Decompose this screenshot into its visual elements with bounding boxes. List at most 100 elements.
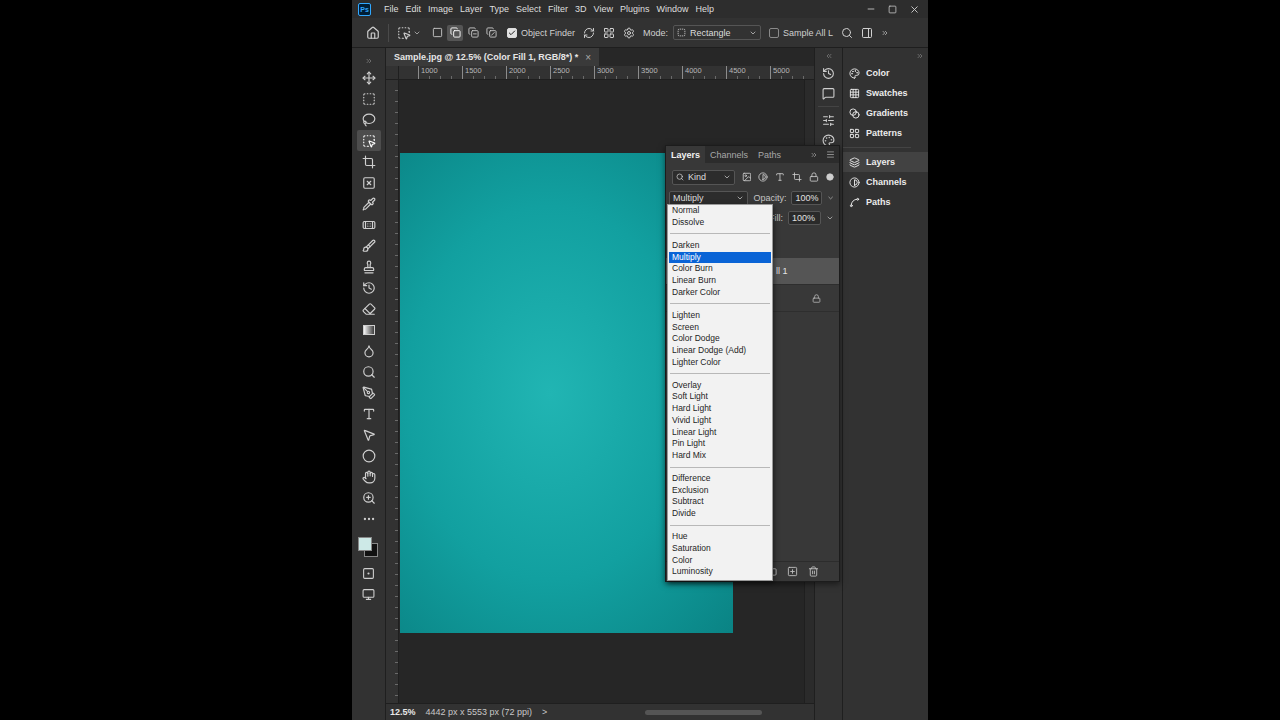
tool-button[interactable] (357, 445, 381, 466)
menu-item[interactable]: Filter (548, 4, 568, 14)
tool-preset[interactable] (397, 26, 421, 40)
selection-mode-button[interactable] (483, 25, 499, 41)
menu-item[interactable]: File (384, 4, 399, 14)
blend-mode-option[interactable]: Subtract (669, 496, 771, 508)
tool-button[interactable] (357, 319, 381, 340)
dock-item[interactable]: Gradients (843, 103, 928, 123)
expand-icon[interactable] (881, 29, 889, 37)
lock-icon[interactable] (812, 294, 821, 303)
menu-item[interactable]: Help (696, 4, 715, 14)
blend-mode-option[interactable]: Color (669, 555, 771, 567)
tool-button[interactable] (357, 256, 381, 277)
mode-select[interactable]: Rectangle (673, 25, 761, 40)
tool-button[interactable] (357, 340, 381, 361)
menu-item[interactable]: Layer (460, 4, 483, 14)
blend-mode-option[interactable]: Luminosity (669, 566, 771, 578)
blend-mode-option[interactable]: Color Burn (669, 263, 771, 275)
tool-button[interactable] (357, 466, 381, 487)
smart-object-filter-icon[interactable] (809, 172, 819, 182)
minimize-icon[interactable] (866, 4, 876, 14)
tool-button[interactable] (357, 151, 381, 172)
close-icon[interactable] (909, 4, 920, 15)
tab-close-button[interactable]: × (585, 52, 591, 63)
chevron-down-icon[interactable] (826, 214, 834, 222)
show-all-objects-icon[interactable] (603, 27, 615, 39)
scrollbar-thumb[interactable] (645, 710, 762, 715)
shape-filter-icon[interactable] (792, 172, 802, 182)
blend-mode-option[interactable]: Difference (669, 473, 771, 485)
screen-mode-button[interactable] (357, 584, 381, 605)
document-tab[interactable]: Sample.jpg @ 12.5% (Color Fill 1, RGB/8*… (386, 48, 599, 66)
tool-button[interactable] (357, 508, 381, 529)
home-icon[interactable] (366, 26, 380, 40)
pixel-filter-icon[interactable] (742, 172, 752, 182)
dock-button[interactable] (822, 63, 835, 83)
blend-mode-option[interactable]: Linear Burn (669, 275, 771, 287)
blend-mode-option[interactable]: Vivid Light (669, 415, 771, 427)
opacity-field[interactable]: 100% (791, 191, 821, 205)
blend-mode-option[interactable]: Soft Light (669, 391, 771, 403)
blend-mode-option[interactable]: Exclusion (669, 485, 771, 497)
zoom-level[interactable]: 12.5% (390, 707, 416, 717)
tool-button[interactable] (357, 298, 381, 319)
tool-button[interactable] (357, 193, 381, 214)
tool-button[interactable] (357, 382, 381, 403)
object-finder-option[interactable]: Object Finder (507, 28, 575, 38)
filter-toggle-icon[interactable] (826, 173, 834, 181)
menu-item[interactable]: View (594, 4, 613, 14)
blend-mode-option[interactable]: Multiply (669, 252, 771, 264)
menu-item[interactable]: Image (428, 4, 453, 14)
collapse-icon[interactable] (365, 57, 373, 65)
collapse-icon[interactable] (916, 52, 924, 60)
blend-mode-option[interactable]: Linear Light (669, 427, 771, 439)
collapse-icon[interactable] (810, 151, 818, 159)
panel-menu-icon[interactable] (826, 150, 835, 159)
blend-mode-option[interactable]: Divide (669, 508, 771, 520)
tool-button[interactable] (357, 235, 381, 256)
tool-button[interactable] (357, 487, 381, 508)
type-filter-icon[interactable] (775, 172, 785, 182)
tool-button[interactable] (357, 172, 381, 193)
menu-item[interactable]: Plugins (620, 4, 650, 14)
menu-item[interactable]: Type (490, 4, 510, 14)
blend-mode-option[interactable]: Lighter Color (669, 357, 771, 369)
blend-mode-option[interactable]: Pin Light (669, 438, 771, 450)
maximize-icon[interactable] (888, 5, 897, 14)
selection-mode-button[interactable] (429, 25, 445, 41)
foreground-color[interactable] (358, 537, 372, 551)
tool-button[interactable] (357, 109, 381, 130)
tool-button[interactable] (357, 214, 381, 235)
menu-item[interactable]: Select (516, 4, 541, 14)
blend-mode-option[interactable]: Darken (669, 240, 771, 252)
blend-mode-option[interactable]: Screen (669, 322, 771, 334)
dock-item[interactable]: Swatches (843, 83, 928, 103)
tool-button[interactable] (357, 67, 381, 88)
tool-button[interactable] (357, 88, 381, 109)
blend-mode-option[interactable]: Saturation (669, 543, 771, 555)
blend-mode-option[interactable]: Normal (669, 205, 771, 217)
blend-mode-option[interactable]: Linear Dodge (Add) (669, 345, 771, 357)
refresh-icon[interactable] (583, 27, 595, 39)
sample-all-layers-checkbox[interactable] (769, 28, 779, 38)
blend-mode-option[interactable]: Lighten (669, 310, 771, 322)
blend-mode-option[interactable]: Hue (669, 531, 771, 543)
blend-mode-option[interactable]: Color Dodge (669, 333, 771, 345)
expand-icon[interactable] (825, 52, 833, 60)
quick-mask-button[interactable] (357, 563, 381, 584)
panel-tab[interactable]: Channels (705, 146, 753, 163)
fill-field[interactable]: 100% (788, 211, 821, 225)
object-finder-checkbox[interactable] (507, 28, 517, 38)
dock-button[interactable] (822, 110, 835, 130)
menu-item[interactable]: 3D (575, 4, 587, 14)
dock-item[interactable]: Color (843, 63, 928, 83)
selection-mode-button[interactable] (465, 25, 481, 41)
sample-all-layers-option[interactable]: Sample All L (769, 28, 833, 38)
blend-mode-option[interactable]: Dissolve (669, 217, 771, 229)
info-menu-arrow[interactable]: > (542, 707, 547, 717)
dock-item[interactable]: Paths (843, 192, 928, 212)
workspace-icon[interactable] (861, 27, 873, 39)
tool-button[interactable] (357, 424, 381, 445)
dock-item[interactable]: Layers (843, 152, 928, 172)
blend-mode-option[interactable]: Overlay (669, 380, 771, 392)
dock-button[interactable] (822, 83, 835, 103)
